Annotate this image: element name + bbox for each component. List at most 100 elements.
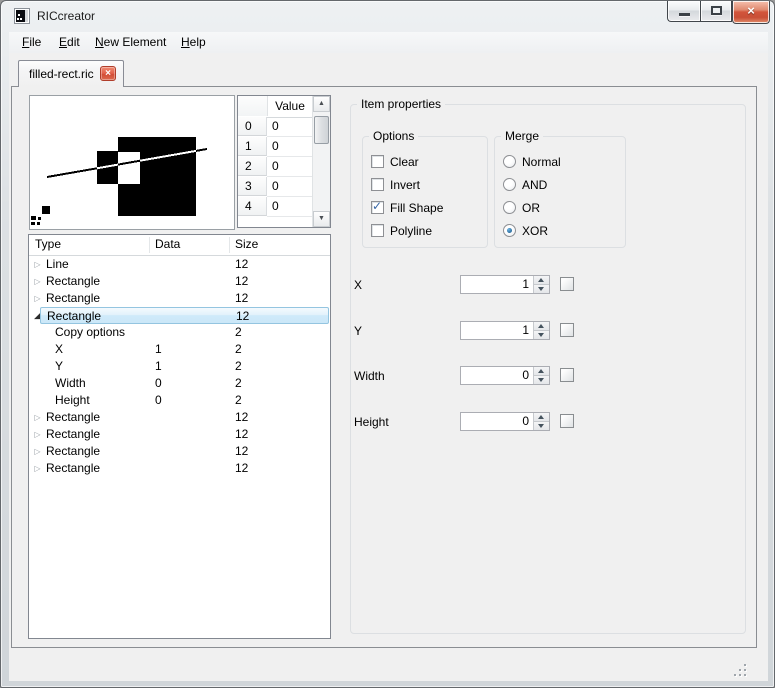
radio-or[interactable] — [503, 201, 516, 214]
scrollbar-thumb[interactable] — [314, 116, 329, 144]
value-cell[interactable]: 0 — [267, 197, 318, 217]
row-header[interactable]: 0 — [238, 117, 267, 136]
value-column-header[interactable]: Value — [267, 99, 313, 113]
tree-cell-type: Width — [55, 375, 86, 392]
tree-row-content: Rectangle12 — [40, 409, 329, 426]
close-button[interactable]: × — [732, 1, 770, 24]
tree-header: Type Data Size — [29, 235, 330, 256]
tree-row[interactable]: Height02 — [29, 392, 330, 409]
spin-up-button[interactable] — [534, 413, 549, 421]
title-bar[interactable]: RICcreator × — [1, 1, 774, 32]
value-cell[interactable]: 0 — [267, 137, 318, 157]
tree-column-header-type[interactable]: Type — [35, 237, 61, 251]
value-table-corner — [238, 96, 268, 116]
tab-close-button[interactable]: × — [100, 66, 116, 81]
table-row[interactable]: 40 — [238, 197, 313, 217]
height-spinbox[interactable]: 0 — [460, 412, 550, 431]
checkbox-polyline[interactable] — [371, 224, 384, 237]
value-cell[interactable]: 0 — [267, 177, 318, 197]
menu-item-file[interactable]: File — [22, 35, 41, 49]
tree-cell-size: 2 — [235, 375, 242, 392]
merge-group: Merge NormalANDORXOR — [494, 136, 626, 248]
bitmap-image — [30, 96, 234, 229]
scroll-down-icon[interactable]: ▼ — [313, 211, 330, 227]
spin-up-button[interactable] — [534, 276, 549, 284]
x-value[interactable]: 1 — [461, 276, 533, 293]
row-header[interactable]: 4 — [238, 197, 267, 216]
tree-row[interactable]: ▷Rectangle12 — [29, 426, 330, 443]
checkbox-invert[interactable] — [371, 178, 384, 191]
table-row[interactable]: 00 — [238, 117, 313, 137]
tree-row[interactable]: X12 — [29, 341, 330, 358]
y-checkbox[interactable] — [560, 323, 574, 337]
table-row[interactable]: 20 — [238, 157, 313, 177]
value-table-header[interactable]: Value — [238, 96, 313, 118]
spin-up-button[interactable] — [534, 367, 549, 375]
width-checkbox[interactable] — [560, 368, 574, 382]
maximize-button[interactable] — [700, 1, 732, 22]
menu-item-help[interactable]: Help — [181, 35, 206, 49]
tree-cell-size: 12 — [235, 273, 248, 290]
table-row[interactable]: 30 — [238, 177, 313, 197]
minimize-button[interactable] — [667, 1, 700, 22]
y-value[interactable]: 1 — [461, 322, 533, 339]
y-spinbox[interactable]: 1 — [460, 321, 550, 340]
height-value[interactable]: 0 — [461, 413, 533, 430]
checkbox-clear[interactable] — [371, 155, 384, 168]
scroll-up-icon[interactable]: ▲ — [313, 96, 330, 112]
tree-row-content: Copy options2 — [40, 324, 329, 341]
spin-up-button[interactable] — [534, 322, 549, 330]
tree-row-content: X12 — [40, 341, 329, 358]
tree-row-content: Width02 — [40, 375, 329, 392]
menu-item-new-element[interactable]: New Element — [95, 35, 166, 49]
options-title: Options — [369, 129, 418, 143]
width-label: Width — [354, 369, 385, 383]
row-header[interactable]: 3 — [238, 177, 267, 196]
x-spinbox[interactable]: 1 — [460, 275, 550, 294]
row-header[interactable]: 1 — [238, 137, 267, 156]
spin-down-icon — [538, 287, 544, 291]
tree-row[interactable]: ▷Rectangle12 — [29, 273, 330, 290]
element-tree: TypeDataSize ▷Line12▷Rectangle12▷Rectang… — [28, 234, 331, 639]
value-cell[interactable]: 0 — [267, 157, 318, 177]
checkbox-fill-shape[interactable]: ✓ — [371, 201, 384, 214]
tree-column-header-size[interactable]: Size — [235, 237, 258, 251]
width-spinbox[interactable]: 0 — [460, 366, 550, 385]
x-checkbox[interactable] — [560, 277, 574, 291]
tree-cell-data: 1 — [155, 358, 162, 375]
tree-row[interactable]: ▷Rectangle12 — [29, 443, 330, 460]
radio-label: AND — [522, 178, 547, 192]
spin-down-button[interactable] — [534, 421, 549, 430]
checkmark-icon: ✓ — [372, 199, 382, 213]
resize-grip[interactable] — [732, 662, 746, 676]
item-properties-title: Item properties — [357, 97, 445, 111]
radio-normal[interactable] — [503, 155, 516, 168]
tree-row[interactable]: Y12 — [29, 358, 330, 375]
tab-filled-rect[interactable]: filled-rect.ric × — [18, 60, 124, 87]
spin-down-button[interactable] — [534, 284, 549, 293]
radio-and[interactable] — [503, 178, 516, 191]
spin-down-button[interactable] — [534, 330, 549, 339]
tree-row[interactable]: Width02 — [29, 375, 330, 392]
tree-row[interactable]: Copy options2 — [29, 324, 330, 341]
table-row[interactable]: 10 — [238, 137, 313, 157]
row-header[interactable]: 2 — [238, 157, 267, 176]
app-icon — [14, 8, 30, 24]
tree-row[interactable]: ▷Rectangle12 — [29, 460, 330, 477]
spin-down-button[interactable] — [534, 375, 549, 384]
spin-up-icon — [538, 324, 544, 328]
menu-item-edit[interactable]: Edit — [59, 35, 80, 49]
tree-row[interactable]: ▷Rectangle12 — [29, 409, 330, 426]
bitmap-preview-canvas[interactable] — [29, 95, 235, 230]
tree-row[interactable]: ▷Line12 — [29, 256, 330, 273]
radio-xor[interactable] — [503, 224, 516, 237]
tree-row[interactable]: ◢Rectangle12 — [29, 307, 330, 324]
tree-row[interactable]: ▷Rectangle12 — [29, 290, 330, 307]
value-cell[interactable]: 0 — [267, 117, 318, 137]
width-value[interactable]: 0 — [461, 367, 533, 384]
tree-row-content: Rectangle12 — [40, 426, 329, 443]
tree-column-header-data[interactable]: Data — [155, 237, 180, 251]
height-checkbox[interactable] — [560, 414, 574, 428]
tree-row-content: Line12 — [40, 256, 329, 273]
value-table-scrollbar[interactable]: ▲ ▼ — [312, 96, 330, 227]
